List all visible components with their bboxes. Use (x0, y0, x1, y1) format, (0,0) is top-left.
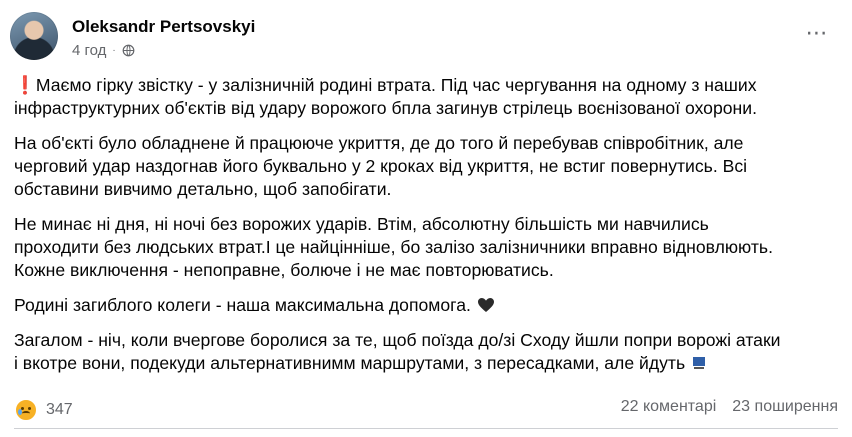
reactions-count[interactable]: 347 (46, 401, 73, 419)
reactions-summary[interactable]: 347 (14, 398, 73, 422)
train-icon (691, 355, 708, 371)
black-heart-icon (477, 298, 494, 312)
more-options-button[interactable]: ⋯ (800, 16, 834, 50)
author-name[interactable]: Oleksandr Pertsovskyi (72, 17, 255, 37)
author-avatar[interactable] (10, 12, 58, 60)
red-exclamation-icon: ❗ (14, 75, 36, 95)
comment-button[interactable] (289, 430, 564, 437)
post-paragraph-2: На об'єкті було обладнене й працююче укр… (14, 133, 748, 199)
engagement-counts: 22 коментарі 23 поширення (621, 398, 838, 416)
post-header: Oleksandr Pertsovskyi 4 год · ⋯ (10, 12, 840, 64)
post-stats: 347 22 коментарі 23 поширення (14, 398, 838, 422)
post-paragraph-1: ❗Маємо гірку звістку - у залізничній род… (14, 75, 757, 118)
comments-count[interactable]: 22 коментарі (621, 398, 717, 416)
post-paragraph-5: Загалом - ніч, коли вчергове боролися за… (14, 330, 781, 373)
meta-separator: · (112, 45, 116, 56)
post-paragraph-4: Родині загиблого колеги - наша максималь… (14, 294, 840, 317)
action-bar (14, 430, 838, 437)
share-button[interactable] (563, 430, 838, 437)
sad-face-icon (14, 398, 38, 422)
post-paragraph-3: Не минає ні дня, ні ночі без ворожих уда… (14, 214, 773, 280)
like-button[interactable] (14, 430, 289, 437)
shares-count[interactable]: 23 поширення (732, 398, 838, 416)
post-time[interactable]: 4 год (72, 42, 106, 59)
post-meta: 4 год · (72, 42, 135, 59)
post-body: ❗Маємо гірку звістку - у залізничній род… (14, 74, 840, 387)
divider (14, 428, 838, 429)
globe-icon (122, 44, 135, 57)
